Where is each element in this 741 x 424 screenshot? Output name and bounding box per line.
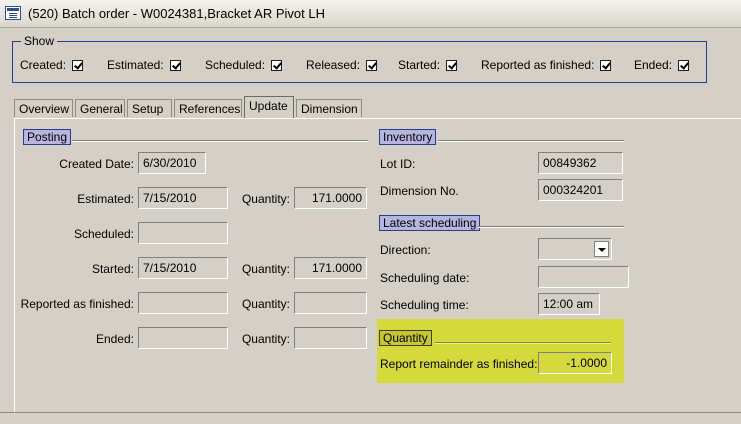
started-checkbox[interactable] xyxy=(446,59,458,71)
scheduling-date-label: Scheduling date: xyxy=(380,271,470,285)
created-date-label: Created Date: xyxy=(59,157,134,171)
latest-scheduling-divider xyxy=(478,226,624,228)
created-checkbox-row[interactable]: Created: xyxy=(20,58,84,72)
created-checkbox[interactable] xyxy=(72,59,84,71)
lot-id-label: Lot ID: xyxy=(380,157,416,171)
show-legend: Show xyxy=(21,34,58,48)
reported-finished-field[interactable] xyxy=(138,292,228,314)
started-label: Started: xyxy=(398,58,441,72)
started-date-label: Started: xyxy=(91,262,134,276)
ended-date-field[interactable] xyxy=(138,327,228,349)
lot-id-field[interactable]: 00849362 xyxy=(538,152,623,174)
form-icon[interactable] xyxy=(5,6,21,20)
quantity-divider xyxy=(435,342,611,344)
window-title: (520) Batch order - W0024381,Bracket AR … xyxy=(28,6,325,21)
tab-setup[interactable]: Setup xyxy=(127,99,172,117)
reported-checkbox-row[interactable]: Reported as finished: xyxy=(481,58,612,72)
released-checkbox-row[interactable]: Released: xyxy=(306,58,378,72)
tab-dimension[interactable]: Dimension xyxy=(296,99,362,117)
quantity-header: Quantity xyxy=(379,330,432,346)
bottom-divider xyxy=(0,412,741,413)
tab-overview[interactable]: Overview xyxy=(14,99,73,117)
chevron-down-icon[interactable] xyxy=(594,241,609,257)
reported-quantity-label: Quantity: xyxy=(241,297,290,311)
tab-update[interactable]: Update xyxy=(244,96,294,118)
tab-general[interactable]: General xyxy=(75,99,125,117)
ended-quantity-label: Quantity: xyxy=(241,332,290,346)
estimated-checkbox[interactable] xyxy=(169,59,181,71)
started-quantity-field[interactable]: 171.0000 xyxy=(294,257,367,279)
estimated-checkbox-row[interactable]: Estimated: xyxy=(107,58,181,72)
title-bar: (520) Batch order - W0024381,Bracket AR … xyxy=(0,0,741,28)
reported-checkbox[interactable] xyxy=(600,59,612,71)
created-label: Created: xyxy=(20,58,67,72)
direction-label: Direction: xyxy=(380,243,431,257)
estimated-label: Estimated: xyxy=(107,58,164,72)
created-date-field[interactable]: 6/30/2010 xyxy=(138,152,206,174)
estimated-date-label: Estimated: xyxy=(77,192,134,206)
scheduled-checkbox[interactable] xyxy=(271,59,283,71)
dimension-no-field[interactable]: 000324201 xyxy=(538,179,623,201)
tab-references[interactable]: References xyxy=(174,99,242,117)
inventory-header: Inventory xyxy=(379,129,437,145)
scheduled-date-label: Scheduled: xyxy=(73,227,134,241)
direction-combo[interactable] xyxy=(538,238,612,260)
report-remainder-field[interactable]: -1.0000 xyxy=(538,352,612,374)
started-quantity-label: Quantity: xyxy=(241,262,290,276)
scheduling-date-field[interactable] xyxy=(538,266,629,288)
posting-divider xyxy=(72,140,368,142)
ended-checkbox-row[interactable]: Ended: xyxy=(634,58,690,72)
estimated-quantity-field[interactable]: 171.0000 xyxy=(294,187,367,209)
released-label: Released: xyxy=(306,58,361,72)
released-checkbox[interactable] xyxy=(366,59,378,71)
estimated-quantity-label: Quantity: xyxy=(241,192,290,206)
scheduled-label: Scheduled: xyxy=(205,58,266,72)
inventory-divider xyxy=(438,140,624,142)
started-date-field[interactable]: 7/15/2010 xyxy=(138,257,228,279)
started-checkbox-row[interactable]: Started: xyxy=(398,58,458,72)
reported-quantity-field[interactable] xyxy=(294,292,367,314)
reported-label: Reported as finished: xyxy=(481,58,595,72)
ended-checkbox[interactable] xyxy=(678,59,690,71)
scheduling-time-label: Scheduling time: xyxy=(380,298,469,312)
report-remainder-label: Report remainder as finished: xyxy=(380,357,538,371)
dimension-no-label: Dimension No. xyxy=(380,184,459,198)
reported-finished-label: Reported as finished: xyxy=(20,297,134,311)
scheduled-checkbox-row[interactable]: Scheduled: xyxy=(205,58,283,72)
posting-header: Posting xyxy=(23,129,72,145)
ended-label: Ended: xyxy=(634,58,673,72)
scheduling-time-field[interactable]: 12:00 am xyxy=(538,293,600,315)
scheduled-date-field[interactable] xyxy=(138,222,228,244)
ended-date-label: Ended: xyxy=(95,332,134,346)
ended-quantity-field[interactable] xyxy=(294,327,367,349)
estimated-date-field[interactable]: 7/15/2010 xyxy=(138,187,228,209)
latest-scheduling-header: Latest scheduling xyxy=(379,215,481,231)
